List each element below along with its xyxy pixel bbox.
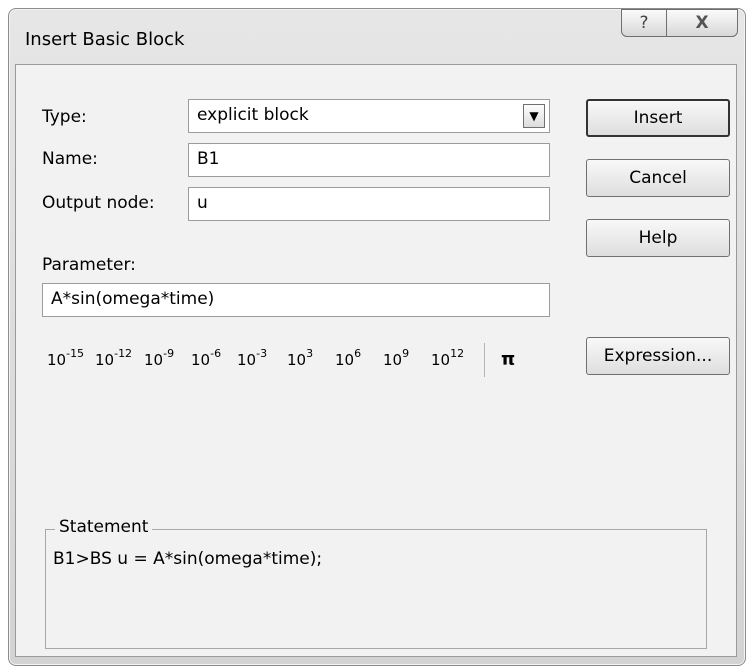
insert-button[interactable]: Insert	[586, 99, 730, 137]
statement-text: B1>BS u = A*sin(omega*time);	[53, 549, 323, 569]
exponent-button[interactable]: 10-12	[95, 347, 132, 369]
output-node-label: Output node:	[42, 193, 155, 213]
help-button[interactable]: Help	[586, 219, 730, 257]
type-label: Type:	[42, 107, 87, 127]
statement-legend: Statement	[55, 517, 153, 537]
exponent-button[interactable]: 106	[335, 347, 361, 369]
exponent-button[interactable]: 109	[383, 347, 409, 369]
caption-close-button[interactable]: X	[666, 9, 738, 37]
type-dropdown[interactable]: explicit block ▼	[188, 99, 550, 133]
exponent-button[interactable]: 10-3	[237, 347, 267, 369]
insert-basic-block-dialog: Insert Basic Block ? X Type: explicit bl…	[8, 8, 746, 666]
chevron-down-icon[interactable]: ▼	[523, 104, 545, 128]
exponent-button[interactable]: 10-9	[144, 347, 174, 369]
exponent-separator	[484, 343, 485, 377]
name-field[interactable]: B1	[188, 143, 550, 177]
caption-help-button[interactable]: ?	[621, 9, 667, 37]
parameter-field[interactable]: A*sin(omega*time)	[42, 283, 550, 317]
cancel-button[interactable]: Cancel	[586, 159, 730, 197]
output-node-field[interactable]: u	[188, 187, 550, 221]
name-label: Name:	[42, 149, 98, 169]
parameter-label: Parameter:	[42, 255, 136, 275]
type-dropdown-value: explicit block	[197, 105, 309, 125]
dialog-title: Insert Basic Block	[25, 29, 185, 50]
exponent-button[interactable]: 10-6	[191, 347, 221, 369]
statement-group	[45, 529, 707, 649]
exponent-button[interactable]: 1012	[431, 347, 464, 369]
pi-button[interactable]: π	[501, 349, 515, 370]
exponent-button[interactable]: 10-15	[47, 347, 84, 369]
expression-button[interactable]: Expression...	[586, 337, 730, 375]
exponent-button[interactable]: 103	[287, 347, 313, 369]
